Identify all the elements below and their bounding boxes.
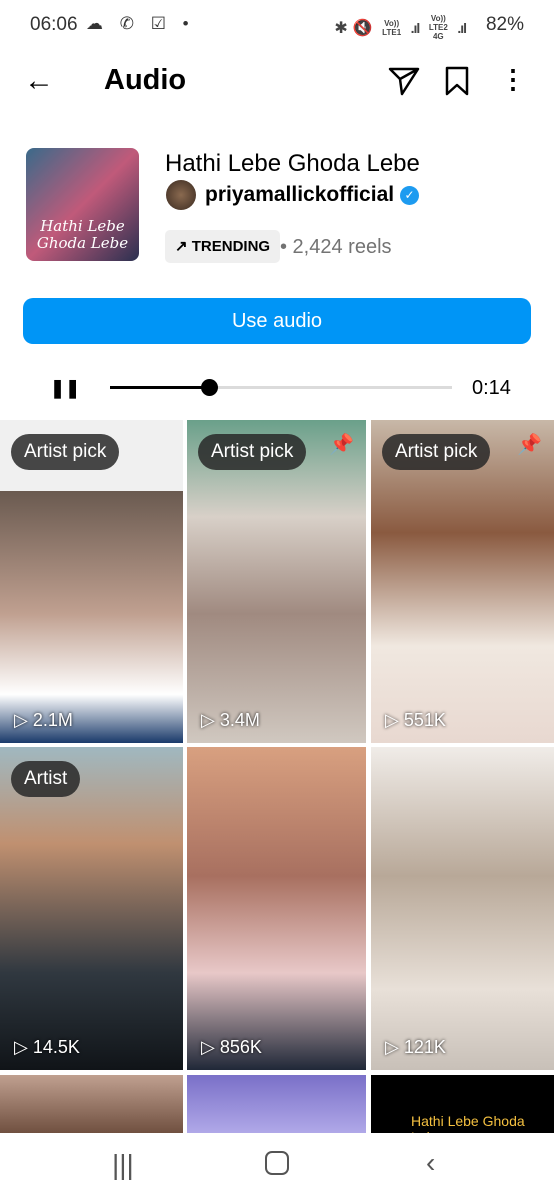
notification-icons: ☁ ✆ ☑ • xyxy=(86,14,195,33)
share-icon[interactable] xyxy=(388,66,420,96)
signal-icon: .ıl xyxy=(410,19,421,36)
artist-pick-badge: Artist xyxy=(11,761,81,797)
view-count-text: 551K xyxy=(403,710,446,730)
trending-badge: ↗ TRENDING xyxy=(165,230,281,263)
reel-thumbnail[interactable] xyxy=(0,1075,183,1133)
system-nav-bar: ||| ‹ xyxy=(0,1133,554,1200)
audio-cover-art: Hathi Lebe Ghoda Lebe xyxy=(26,148,139,261)
mute-icon: 🔇 xyxy=(352,19,373,37)
bookmark-icon[interactable] xyxy=(444,66,470,96)
reel-thumbnail[interactable]: Hathi Lebe Ghoda Lebe xyxy=(371,1075,554,1133)
back-nav-icon[interactable]: ‹ xyxy=(426,1147,435,1179)
play-icon: ▷ xyxy=(385,710,404,730)
bluetooth-icon: ✱ xyxy=(334,19,348,37)
view-count: ▷ 2.1M xyxy=(14,710,73,731)
reel-thumbnail[interactable]: Artist pick 📌 ▷ 551K xyxy=(371,420,554,743)
view-count-text: 2.1M xyxy=(32,710,73,730)
reel-thumbnail[interactable]: Artist pick ▷ 2.1M xyxy=(0,420,183,743)
sim1-network-label: Vo)) LTE1 xyxy=(382,18,402,37)
song-title: Hathi Lebe Ghoda Lebe xyxy=(165,150,420,177)
signal-icons: ✱ 🔇 Vo)) LTE1 .ıl Vo)) LTE2 4G .ıl xyxy=(334,14,467,41)
play-icon: ▷ xyxy=(14,1037,33,1057)
cover-text: Hathi Lebe Ghoda Lebe xyxy=(36,217,129,252)
artist-name[interactable]: priyamallickofficial xyxy=(205,183,394,207)
view-count: ▷ 856K xyxy=(201,1037,262,1058)
trending-arrow-icon: ↗ xyxy=(175,238,192,255)
view-count-text: 3.4M xyxy=(219,710,260,730)
pause-icon[interactable]: ❚❚ xyxy=(50,378,80,399)
artist-avatar[interactable] xyxy=(166,180,196,210)
view-count: ▷ 3.4M xyxy=(201,710,260,731)
status-time: 06:06 xyxy=(30,14,78,35)
sim2-network-label: Vo)) LTE2 4G xyxy=(428,14,448,41)
play-icon: ▷ xyxy=(201,1037,220,1057)
view-count-text: 14.5K xyxy=(32,1037,80,1057)
reel-thumbnail[interactable]: ▷ 856K xyxy=(187,747,366,1070)
reel-thumbnail[interactable]: ▷ 121K xyxy=(371,747,554,1070)
more-options-icon[interactable]: ⋮ xyxy=(500,66,526,92)
home-icon[interactable] xyxy=(265,1151,289,1175)
pin-icon: 📌 xyxy=(517,434,542,456)
reels-count: • 2,424 reels xyxy=(280,236,392,258)
status-bar: 06:06 ☁ ✆ ☑ • ✱ 🔇 Vo)) LTE1 .ıl Vo)) LTE… xyxy=(0,0,554,52)
battery-level: 82% xyxy=(485,14,524,35)
playback-time: 0:14 xyxy=(472,377,511,399)
reel-thumbnail[interactable]: Artist pick 📌 ▷ 3.4M xyxy=(187,420,366,743)
view-count-text: 121K xyxy=(403,1037,446,1057)
verified-badge-icon: ✓ xyxy=(400,186,419,205)
reel-thumbnail[interactable] xyxy=(187,1075,366,1133)
view-count-text: 856K xyxy=(219,1037,262,1057)
play-icon: ▷ xyxy=(385,1037,404,1057)
view-count: ▷ 121K xyxy=(385,1037,446,1058)
play-icon: ▷ xyxy=(14,710,33,730)
artist-pick-badge: Artist pick xyxy=(198,434,307,470)
signal-icon: .ıl xyxy=(457,19,467,36)
use-audio-button[interactable]: Use audio xyxy=(23,298,531,344)
play-icon: ▷ xyxy=(201,710,220,730)
back-arrow-icon[interactable]: ← xyxy=(24,66,54,96)
thumbnail-text: Hathi Lebe Ghoda Lebe xyxy=(411,1113,525,1133)
artist-pick-badge: Artist pick xyxy=(11,434,120,470)
progress-fill xyxy=(110,386,210,389)
page-title: Audio xyxy=(104,64,187,96)
view-count: ▷ 14.5K xyxy=(14,1037,80,1058)
trending-label: TRENDING xyxy=(191,238,271,255)
artist-pick-badge: Artist pick xyxy=(382,434,491,470)
view-count: ▷ 551K xyxy=(385,710,446,731)
reel-thumbnail[interactable]: Artist ▷ 14.5K xyxy=(0,747,183,1070)
recent-apps-icon[interactable]: ||| xyxy=(112,1149,134,1181)
progress-handle[interactable] xyxy=(201,379,219,396)
audio-progress-slider[interactable] xyxy=(110,379,452,396)
pin-icon: 📌 xyxy=(329,434,354,456)
